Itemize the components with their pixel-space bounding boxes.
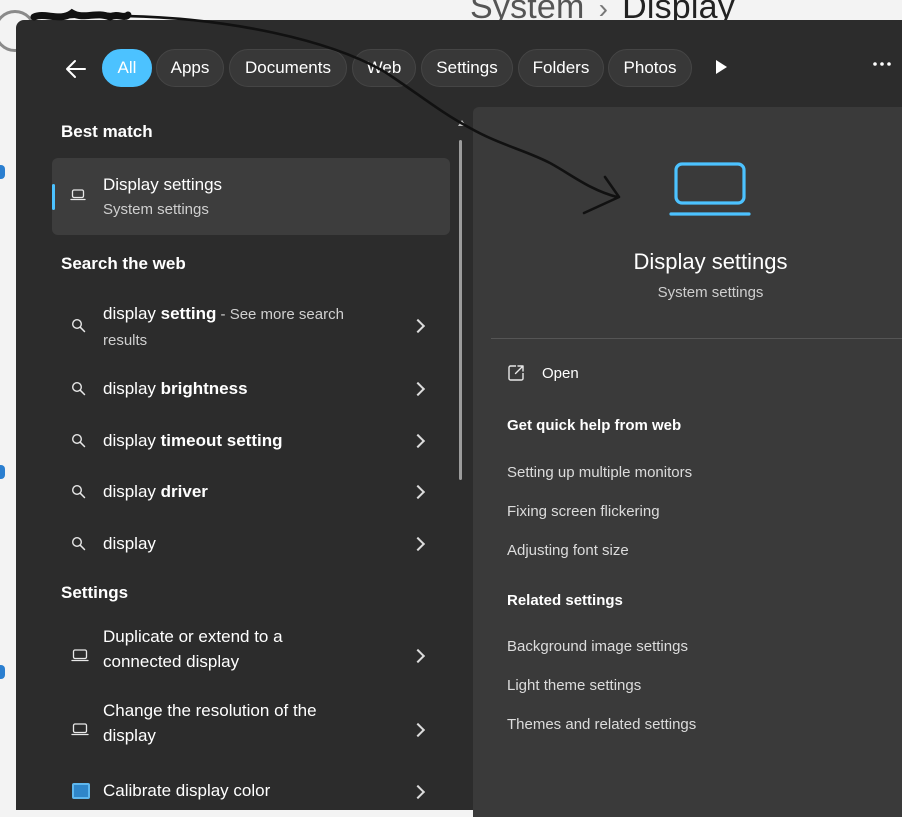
back-arrow-icon bbox=[66, 60, 86, 78]
related-settings-heading: Related settings bbox=[507, 592, 623, 609]
tab-apps[interactable]: Apps bbox=[156, 49, 224, 87]
sidebar-indicator bbox=[0, 465, 5, 479]
search-icon bbox=[71, 318, 86, 333]
web-result-text: display timeout setting bbox=[103, 428, 363, 453]
quick-help-heading: Get quick help from web bbox=[507, 417, 682, 434]
tab-documents[interactable]: Documents bbox=[229, 49, 347, 87]
web-result-item[interactable]: display timeout setting bbox=[52, 423, 452, 463]
filter-tabs: All Apps Documents Web Settings Folders … bbox=[16, 48, 902, 90]
open-external-icon bbox=[508, 365, 524, 381]
search-icon bbox=[71, 536, 86, 551]
query-prefix: display bbox=[103, 379, 161, 398]
help-link[interactable]: Adjusting font size bbox=[507, 542, 629, 559]
settings-result-item[interactable]: Change the resolution of the display bbox=[52, 698, 452, 758]
laptop-icon bbox=[71, 649, 89, 662]
laptop-icon bbox=[669, 162, 751, 216]
settings-result-text: Duplicate or extend to a connected displ… bbox=[103, 627, 283, 671]
tab-photos[interactable]: Photos bbox=[608, 49, 692, 87]
settings-heading: Settings bbox=[61, 583, 129, 602]
tab-web[interactable]: Web bbox=[352, 49, 416, 87]
settings-result-item[interactable]: Duplicate or extend to a connected displ… bbox=[52, 624, 452, 684]
sidebar-indicator bbox=[0, 665, 5, 679]
chevron-right-icon bbox=[410, 381, 426, 397]
sidebar-indicator bbox=[0, 165, 5, 179]
preview-pane: Display settings System settings Open Ge… bbox=[473, 107, 902, 817]
query-completion: timeout setting bbox=[160, 431, 283, 450]
scroll-up-arrow[interactable] bbox=[458, 120, 466, 126]
scrollbar-thumb[interactable] bbox=[459, 140, 462, 480]
tab-settings[interactable]: Settings bbox=[421, 49, 513, 87]
best-match-heading: Best match bbox=[61, 122, 153, 141]
query-completion: setting bbox=[160, 304, 217, 323]
search-panel: All Apps Documents Web Settings Folders … bbox=[16, 20, 902, 817]
best-match-subtitle: System settings bbox=[103, 201, 209, 218]
web-result-item[interactable]: display brightness bbox=[52, 371, 452, 411]
search-icon bbox=[71, 381, 86, 396]
tab-all[interactable]: All bbox=[102, 49, 152, 87]
color-calibration-icon bbox=[72, 783, 90, 799]
settings-result-item[interactable]: Calibrate display color bbox=[52, 772, 452, 812]
best-match-item[interactable]: Display settings System settings bbox=[52, 158, 450, 235]
back-button[interactable] bbox=[60, 56, 92, 82]
query-completion: driver bbox=[160, 482, 208, 501]
selection-indicator bbox=[52, 184, 55, 210]
query-completion: brightness bbox=[160, 379, 248, 398]
chevron-right-icon bbox=[410, 318, 426, 334]
help-link[interactable]: Setting up multiple monitors bbox=[507, 464, 692, 481]
help-link[interactable]: Fixing screen flickering bbox=[507, 503, 660, 520]
web-result-text: display bbox=[103, 531, 363, 556]
chevron-right-icon bbox=[410, 484, 426, 500]
search-icon bbox=[71, 433, 86, 448]
preview-subtitle: System settings bbox=[657, 284, 764, 301]
search-icon bbox=[71, 484, 86, 499]
chevron-right-icon bbox=[410, 433, 426, 449]
related-setting-link[interactable]: Light theme settings bbox=[507, 677, 641, 694]
web-result-text: display driver bbox=[103, 479, 363, 504]
query-prefix: display bbox=[103, 304, 161, 323]
more-icon bbox=[873, 62, 891, 66]
chevron-right-icon bbox=[410, 536, 426, 552]
preview-title: Display settings bbox=[633, 249, 788, 274]
web-result-item[interactable]: display driver bbox=[52, 474, 452, 514]
tab-folders[interactable]: Folders bbox=[518, 49, 604, 87]
divider bbox=[491, 338, 902, 339]
laptop-icon bbox=[70, 189, 86, 201]
query-prefix: display bbox=[103, 431, 161, 450]
chevron-right-icon bbox=[410, 722, 426, 738]
more-button[interactable] bbox=[872, 54, 892, 80]
query-prefix: display bbox=[103, 482, 161, 501]
query-prefix: display bbox=[103, 534, 156, 553]
best-match-title: Display settings bbox=[103, 175, 223, 194]
web-result-text: display setting - See more search result… bbox=[103, 301, 363, 353]
settings-result-text: Change the resolution of the display bbox=[103, 701, 317, 745]
related-setting-link[interactable]: Themes and related settings bbox=[507, 716, 696, 733]
related-setting-link[interactable]: Background image settings bbox=[507, 638, 688, 655]
web-result-text: display brightness bbox=[103, 376, 363, 401]
web-heading: Search the web bbox=[61, 254, 186, 273]
settings-result-text: Calibrate display color bbox=[103, 781, 271, 800]
web-result-item[interactable]: display setting - See more search result… bbox=[52, 294, 452, 354]
chevron-right-icon bbox=[410, 648, 426, 664]
web-result-item[interactable]: display bbox=[52, 526, 452, 566]
open-label: Open bbox=[542, 365, 579, 382]
laptop-icon bbox=[71, 723, 89, 736]
play-icon[interactable] bbox=[716, 60, 727, 74]
